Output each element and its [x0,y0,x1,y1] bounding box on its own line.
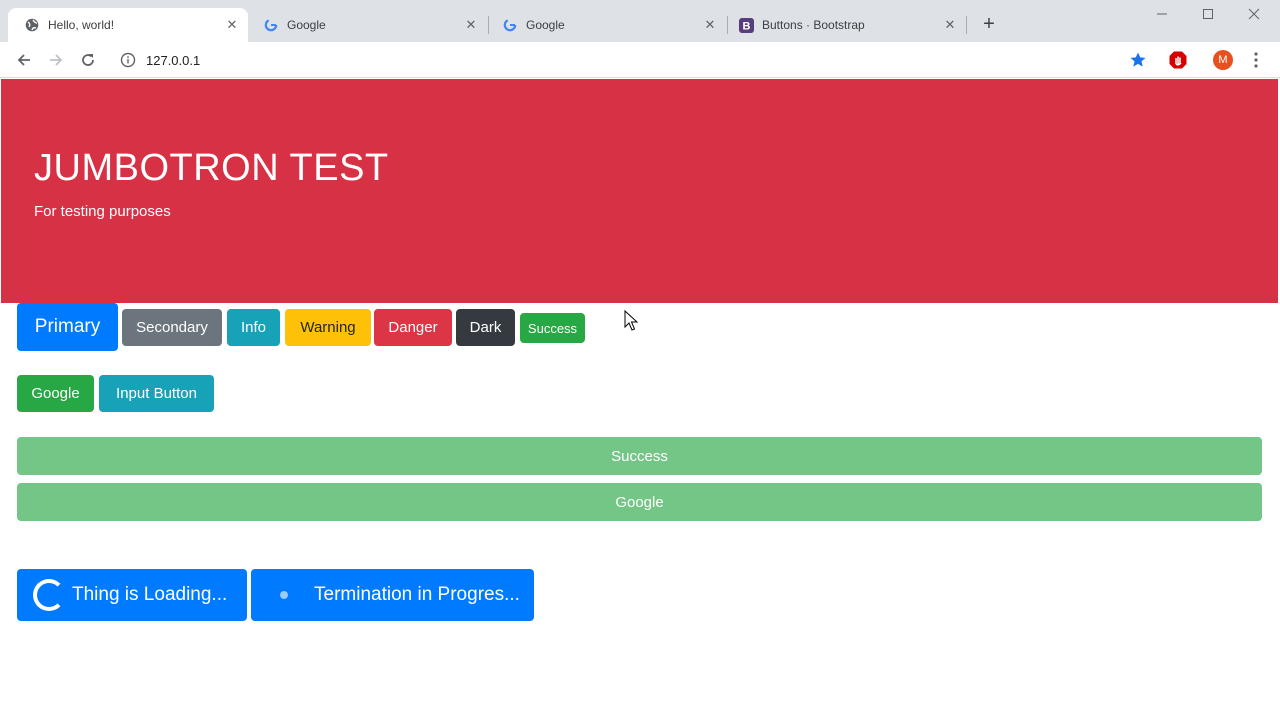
spinner-border-icon [33,579,65,611]
close-icon[interactable]: ✕ [942,17,958,33]
input-button[interactable]: Input Button [99,375,214,412]
url-text: 127.0.0.1 [146,52,201,68]
tab-title: Google [526,18,565,32]
close-icon[interactable]: ✕ [463,17,479,33]
tab-bootstrap-buttons[interactable]: B Buttons · Bootstrap ✕ [722,8,966,42]
address-bar[interactable]: 127.0.0.1 [110,46,1160,74]
loading-button[interactable]: Thing is Loading... [17,569,247,621]
terminating-button[interactable]: Termination in Progres... [251,569,534,621]
bootstrap-icon: B [738,17,754,33]
secondary-button[interactable]: Secondary [122,309,222,346]
maximize-icon[interactable] [1198,4,1218,24]
page-content: JUMBOTRON TEST For testing purposes Prim… [1,79,1278,720]
reload-icon[interactable] [76,48,100,72]
success-block-button[interactable]: Success [17,437,1262,475]
info-icon[interactable] [120,52,136,68]
primary-button[interactable]: Primary [17,303,118,351]
tab-title: Google [287,18,326,32]
tab-strip: Hello, world! ✕ Google ✕ Google ✕ B Butt… [0,0,1280,42]
tab-google-2[interactable]: Google ✕ [486,8,726,42]
menu-kebab-icon[interactable] [1246,50,1266,70]
jumbotron-title: JUMBOTRON TEST [34,147,389,189]
window-close-icon[interactable] [1244,4,1264,24]
terminating-button-label: Termination in Progres... [314,584,520,605]
google-icon [263,17,279,33]
forward-icon[interactable] [44,48,68,72]
bookmark-star-icon[interactable] [1128,50,1148,70]
new-tab-button[interactable]: + [979,14,999,34]
jumbotron-subtitle: For testing purposes [34,203,171,220]
tab-google-1[interactable]: Google ✕ [247,8,487,42]
globe-icon [24,17,40,33]
tab-title: Buttons · Bootstrap [762,18,865,32]
success-small-button[interactable]: Success [520,313,585,343]
browser-toolbar: 127.0.0.1 [0,42,1280,78]
danger-button[interactable]: Danger [374,309,452,346]
tab-divider [966,16,967,34]
loading-button-label: Thing is Loading... [72,584,228,605]
dark-button[interactable]: Dark [456,309,515,346]
jumbotron: JUMBOTRON TEST For testing purposes [1,79,1278,303]
info-button[interactable]: Info [227,309,280,346]
profile-avatar[interactable]: M [1213,50,1233,70]
minimize-icon[interactable] [1152,4,1172,24]
back-icon[interactable] [12,48,36,72]
warning-button[interactable]: Warning [285,309,371,346]
spinner-grow-icon [280,591,288,599]
svg-text:B: B [742,20,750,32]
google-block-button[interactable]: Google [17,483,1262,521]
adblock-extension-icon[interactable] [1168,50,1188,70]
tab-hello-world[interactable]: Hello, world! ✕ [8,8,248,42]
google-icon [502,17,518,33]
close-icon[interactable]: ✕ [224,17,240,33]
mouse-cursor-icon [624,309,639,332]
close-icon[interactable]: ✕ [702,17,718,33]
tab-title: Hello, world! [48,18,115,32]
google-link-button[interactable]: Google [17,375,94,412]
